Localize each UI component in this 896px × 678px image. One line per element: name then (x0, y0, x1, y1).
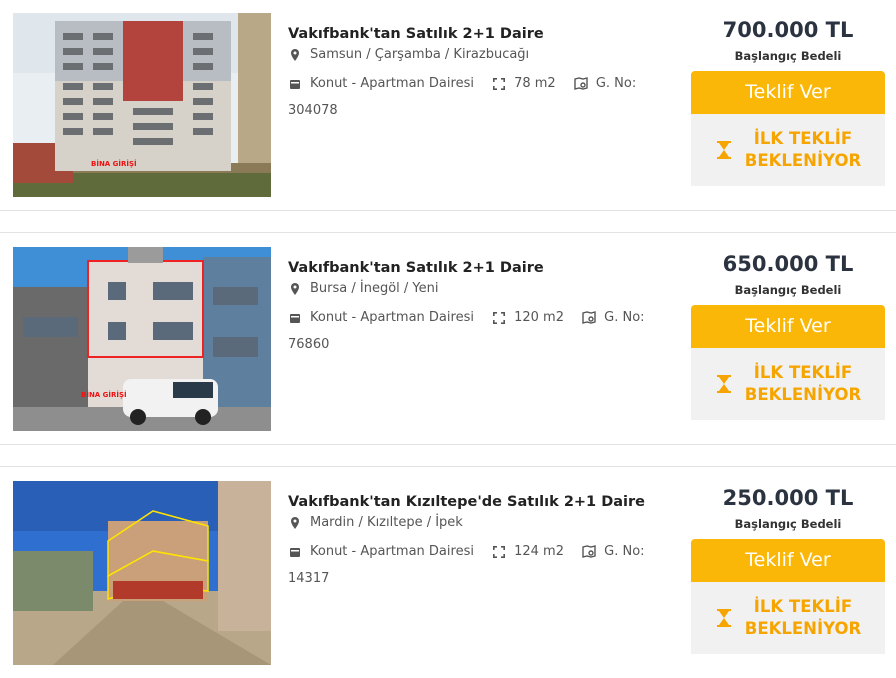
status-line2: BEKLENİYOR (744, 385, 862, 404)
status-box: İLK TEKLİF BEKLENİYOR (691, 348, 885, 420)
status-box: İLK TEKLİF BEKLENİYOR (691, 582, 885, 654)
listing-card: BİNA GİRİŞİ Vakıfbank'tan Satılık 2+1 Da… (0, 244, 896, 432)
area-expand-icon (492, 311, 506, 325)
building-icon (288, 77, 302, 91)
listing-title[interactable]: Vakıfbank'tan Satılık 2+1 Daire (288, 258, 678, 278)
listing-title[interactable]: Vakıfbank'tan Satılık 2+1 Daire (288, 24, 678, 44)
search-map-icon (582, 310, 596, 325)
building-photo: BİNA GİRİŞİ (13, 247, 271, 431)
listing-divider (0, 210, 896, 233)
listing-type: Konut - Apartman Dairesi (310, 76, 474, 91)
listing-photo[interactable] (13, 481, 271, 665)
make-offer-button[interactable]: Teklif Ver (691, 71, 885, 114)
search-map-icon (582, 544, 596, 559)
make-offer-button[interactable]: Teklif Ver (691, 305, 885, 348)
listing-photo[interactable]: BİNA GİRİŞİ (13, 13, 271, 197)
listing-title[interactable]: Vakıfbank'tan Kızıltepe'de Satılık 2+1 D… (288, 492, 678, 512)
listing-photo[interactable]: BİNA GİRİŞİ (13, 247, 271, 431)
status-line2: BEKLENİYOR (744, 151, 862, 170)
status-line1: İLK TEKLİF (753, 597, 853, 616)
price-label: Başlangıç Bedeli (734, 283, 842, 297)
listing-gno: 76860 (288, 336, 330, 352)
make-offer-button[interactable]: Teklif Ver (691, 539, 885, 582)
status-box: İLK TEKLİF BEKLENİYOR (691, 114, 885, 186)
listing-area: 120 m2 (514, 310, 564, 325)
listing-gno-label: G. No: (604, 310, 645, 325)
listing-location: Mardin / Kızıltepe / İpek (310, 515, 463, 530)
hourglass-icon (716, 375, 731, 393)
status-line1: İLK TEKLİF (753, 363, 853, 382)
building-icon (288, 545, 302, 559)
hourglass-icon (716, 609, 731, 627)
map-pin-icon (288, 48, 302, 62)
listing-area: 124 m2 (514, 544, 564, 559)
listing-gno-label: G. No: (595, 76, 637, 91)
area-expand-icon (492, 77, 506, 91)
hourglass-icon (716, 141, 731, 159)
map-pin-icon (288, 516, 302, 530)
listing-location: Samsun / Çarşamba / Kirazbucağı (310, 47, 530, 62)
price-label: Başlangıç Bedeli (734, 517, 842, 531)
listing-card: Vakıfbank'tan Kızıltepe'de Satılık 2+1 D… (0, 478, 896, 666)
building-photo: BİNA GİRİŞİ (13, 13, 271, 197)
status-line1: İLK TEKLİF (753, 129, 853, 148)
listing-gno: 14317 (288, 570, 330, 586)
listing-type: Konut - Apartman Dairesi (310, 544, 474, 559)
listing-location: Bursa / İnegöl / Yeni (310, 281, 439, 296)
listing-divider (0, 444, 896, 467)
search-map-icon (574, 76, 588, 91)
listing-price: 250.000 TL (722, 486, 854, 510)
building-photo (13, 481, 271, 665)
listing-area: 78 m2 (514, 76, 556, 91)
listing-gno-label: G. No: (604, 544, 645, 559)
photo-entrance-label: BİNA GİRİŞİ (81, 390, 127, 399)
listing-type: Konut - Apartman Dairesi (310, 310, 474, 325)
listing-price: 700.000 TL (722, 18, 854, 42)
listing-gno: 304078 (288, 102, 338, 118)
status-line2: BEKLENİYOR (744, 619, 862, 638)
building-icon (288, 311, 302, 325)
area-expand-icon (492, 545, 506, 559)
photo-entrance-label: BİNA GİRİŞİ (91, 159, 137, 168)
price-label: Başlangıç Bedeli (734, 49, 842, 63)
listing-price: 650.000 TL (722, 252, 854, 276)
listing-card: BİNA GİRİŞİ Vakıfbank'tan Satılık 2+1 Da… (0, 10, 896, 198)
map-pin-icon (288, 282, 302, 296)
